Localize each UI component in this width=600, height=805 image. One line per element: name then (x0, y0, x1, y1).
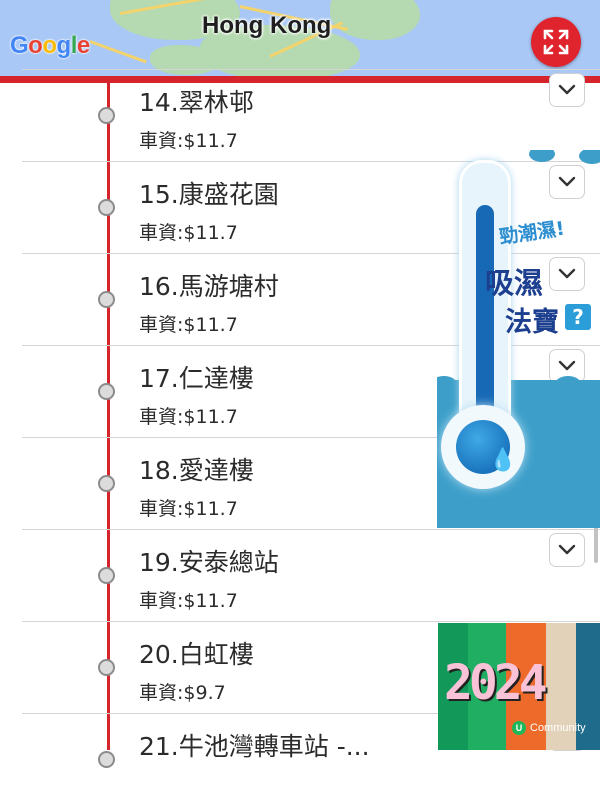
map-land (330, 0, 420, 40)
stop-dot-icon (98, 383, 115, 400)
stop-fare: 車資:$9.7 (139, 682, 226, 704)
stop-fare: 車資:$11.7 (139, 498, 238, 520)
row-divider (22, 69, 600, 70)
expand-stop-button[interactable] (549, 533, 585, 567)
google-logo: Google (10, 32, 90, 60)
google-logo-text: Google (10, 32, 90, 59)
chevron-down-icon (558, 84, 576, 95)
map-road (89, 40, 147, 64)
stop-name: 15.康盛花園 (139, 180, 279, 209)
ad-wave (579, 150, 600, 164)
stop-name: 20.白虹樓 (139, 640, 254, 669)
stop-name: 17.仁達樓 (139, 364, 254, 393)
stop-row[interactable]: 19.安泰總站車資:$11.7 (0, 529, 600, 621)
stop-name: 16.馬游塘村 (139, 272, 279, 301)
ad-year-text: 2024 (444, 655, 548, 711)
ad-brand-text: Community (530, 722, 586, 734)
stop-row[interactable]: 14.翠林邨車資:$11.7 (0, 69, 600, 161)
stop-name: 18.愛達樓 (139, 456, 254, 485)
stop-dot-icon (98, 475, 115, 492)
stop-dot-icon (98, 291, 115, 308)
u-logo-icon: U (512, 721, 526, 735)
stop-fare: 車資:$11.7 (139, 314, 238, 336)
ad-brand: U Community (512, 721, 586, 735)
row-divider (22, 529, 600, 530)
stop-dot-icon (98, 659, 115, 676)
stop-dot-icon (98, 567, 115, 584)
stop-fare: 車資:$11.7 (139, 130, 238, 152)
ad-tagline-2: 吸濕 (485, 266, 544, 300)
ad-tagline-3: 法寶 (505, 307, 559, 338)
row-divider (22, 621, 600, 622)
ad-dehumidifier[interactable]: 💧 勁潮濕! 吸濕 法寶 ? (437, 150, 600, 528)
stop-dot-icon (98, 107, 115, 124)
ad-2024-banner[interactable]: 2024 U Community (438, 623, 600, 750)
map-city-label: Hong Kong (202, 12, 332, 39)
chevron-down-icon (558, 544, 576, 555)
expand-map-button[interactable] (531, 17, 581, 67)
stop-fare: 車資:$11.7 (139, 590, 238, 612)
expand-arrows-icon (543, 29, 569, 55)
water-drop-icon: 💧 (456, 420, 516, 474)
stop-dot-icon (98, 199, 115, 216)
stop-fare: 車資:$11.7 (139, 406, 238, 428)
map-preview[interactable]: Hong Kong Google (0, 0, 600, 78)
stop-name: 21.牛池灣轉車站 -... (139, 732, 370, 761)
thermometer-bulb: 💧 (441, 405, 525, 489)
expand-stop-button[interactable] (549, 73, 585, 107)
ad-wave (529, 150, 555, 162)
stop-dot-icon (98, 751, 115, 768)
ad-wave (555, 376, 581, 392)
stop-fare: 車資:$11.7 (139, 222, 238, 244)
stop-name: 19.安泰總站 (139, 548, 279, 577)
stop-name: 14.翠林邨 (139, 88, 254, 117)
question-mark-icon: ? (565, 304, 591, 330)
